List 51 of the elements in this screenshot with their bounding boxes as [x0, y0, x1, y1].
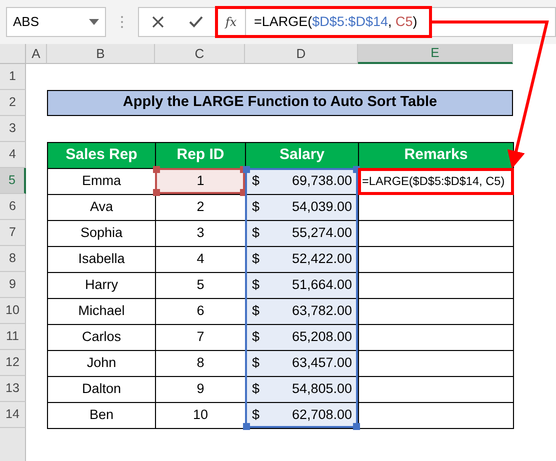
- currency-symbol: $: [252, 224, 260, 242]
- amount: 69,738.00: [292, 172, 352, 190]
- row-header[interactable]: 3: [0, 116, 26, 142]
- amount: 55,274.00: [292, 224, 352, 242]
- currency-symbol: $: [252, 328, 260, 346]
- header-cell: Remarks: [358, 142, 514, 169]
- row-header[interactable]: 10: [0, 298, 26, 324]
- column-header[interactable]: D: [245, 44, 358, 64]
- column-header[interactable]: B: [47, 44, 155, 64]
- grip-icon: [120, 15, 124, 29]
- table-cell[interactable]: =LARGE($D$5:$D$14, C5): [358, 168, 514, 195]
- amount: 52,422.00: [292, 250, 352, 268]
- row-header[interactable]: 8: [0, 246, 26, 272]
- table-title: Apply the LARGE Function to Auto Sort Table: [47, 90, 513, 116]
- row-header[interactable]: 5: [0, 168, 26, 194]
- row-header[interactable]: 9: [0, 272, 26, 298]
- table-cell: Ben: [47, 402, 156, 429]
- row-header[interactable]: 2: [0, 90, 26, 116]
- amount: 62,708.00: [292, 406, 352, 424]
- row-header[interactable]: 4: [0, 142, 26, 168]
- header-cell: Sales Rep: [47, 142, 156, 169]
- header-cell: Rep ID: [155, 142, 246, 169]
- amount: 54,805.00: [292, 380, 352, 398]
- currency-symbol: $: [252, 276, 260, 294]
- row-header[interactable]: 1: [0, 64, 26, 90]
- currency-symbol: $: [252, 406, 260, 424]
- row-header[interactable]: 13: [0, 376, 26, 402]
- column-header[interactable]: E: [358, 44, 513, 64]
- row-header[interactable]: 14: [0, 402, 26, 428]
- column-header[interactable]: C: [155, 44, 245, 64]
- column-header[interactable]: A: [26, 44, 47, 64]
- caret-icon: [89, 19, 99, 25]
- currency-symbol: $: [252, 250, 260, 268]
- currency-symbol: $: [252, 302, 260, 320]
- check-icon[interactable]: [189, 16, 204, 28]
- amount: 54,039.00: [292, 198, 352, 216]
- currency-symbol: $: [252, 354, 260, 372]
- amount: 51,664.00: [292, 276, 352, 294]
- currency-symbol: $: [252, 198, 260, 216]
- row-header[interactable]: 7: [0, 220, 26, 246]
- row-header[interactable]: 11: [0, 324, 26, 350]
- name-box[interactable]: ABS: [6, 7, 106, 37]
- currency-symbol: $: [252, 380, 260, 398]
- amount: 63,457.00: [292, 354, 352, 372]
- currency-symbol: $: [252, 172, 260, 190]
- close-icon[interactable]: [152, 16, 164, 28]
- header-cell: Salary: [245, 142, 359, 169]
- amount: 65,208.00: [292, 328, 352, 346]
- amount: 63,782.00: [292, 302, 352, 320]
- row-header[interactable]: 6: [0, 194, 26, 220]
- row-header[interactable]: 12: [0, 350, 26, 376]
